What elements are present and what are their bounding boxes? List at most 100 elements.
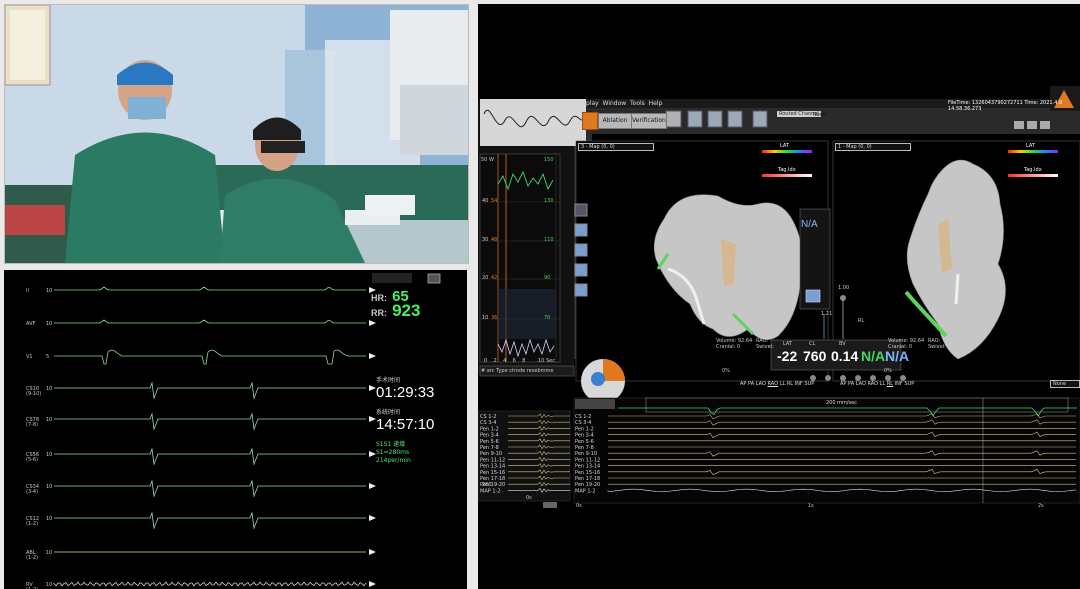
- channel-label: Pen 11-12: [480, 457, 505, 463]
- channel-label: Pen 19-20: [575, 482, 600, 488]
- sys-time-block: 系统时间 14:57:10: [376, 407, 434, 433]
- channel-label: Pen 5-6: [480, 439, 499, 445]
- lead-label: V1: [26, 354, 33, 360]
- rr-value: 923: [392, 301, 421, 320]
- lead-trace: [54, 412, 366, 431]
- channel-trace: [608, 431, 1076, 438]
- lead-sublabel: (3-4): [26, 489, 38, 495]
- mini-channel-trace: [508, 475, 570, 481]
- op-time-label: 手术时间: [376, 377, 401, 384]
- channel-label: Pen 13-14: [480, 464, 505, 470]
- stim-line-1: S1S1 递增: [376, 441, 406, 448]
- channel-label: Pen 15-16: [575, 470, 600, 476]
- channel-label: Pen 9-10: [575, 451, 597, 457]
- channel-trace: [608, 468, 1076, 476]
- channel-label: Pen 15-16: [480, 470, 505, 476]
- lead-gain: 10: [46, 417, 52, 423]
- channel-label: CS 1-2: [575, 414, 591, 420]
- channel-label: Pen 7-8: [575, 445, 594, 451]
- lead-marker-icon: [369, 385, 376, 391]
- lead-sublabel: (7-8): [26, 422, 38, 428]
- lead-gain: 10: [46, 386, 52, 392]
- channel-label: Pen 19-20: [480, 482, 505, 488]
- channel-label: Pen 17-18: [575, 476, 600, 482]
- mini-channel-trace: [508, 425, 570, 431]
- channel-label: Pen 1-2: [480, 426, 499, 432]
- lead-trace: [54, 286, 366, 291]
- stimulation-info: S1S1 递增 S1=280ms 214per/min: [376, 441, 411, 465]
- channel-trace: [608, 419, 1076, 426]
- channel-label: CS 3-4: [480, 420, 496, 426]
- mini-channel-trace: [508, 432, 570, 438]
- channel-label: Pen 11-12: [575, 457, 600, 463]
- channel-label: CS 1-2: [480, 414, 496, 420]
- op-time-block: 手术时间 01:29:33: [376, 375, 434, 401]
- lead-gain: 10: [46, 484, 52, 490]
- sys-time-value: 14:57:10: [376, 416, 435, 433]
- channel-label: Pen 7-8: [480, 445, 499, 451]
- channel-label: Pen 9-10: [480, 451, 502, 457]
- mini-channel-trace: [508, 463, 570, 469]
- mini-channel-trace: [508, 419, 570, 425]
- channel-trace: [608, 413, 1076, 420]
- lead-gain: 10: [46, 321, 52, 327]
- channel-label: CS 3-4: [575, 420, 591, 426]
- mini-channel-trace: [508, 450, 570, 456]
- channel-trace: [607, 488, 1077, 492]
- channel-label: Pen 13-14: [575, 464, 600, 470]
- stim-line-2: S1=280ms: [376, 449, 410, 456]
- lead-marker-icon: [369, 416, 376, 422]
- lead-gain: 5: [46, 354, 49, 360]
- mini-channel-trace: [508, 469, 570, 475]
- lead-trace: [54, 381, 366, 400]
- channel-label: Pen 17-18: [480, 476, 505, 482]
- operating-room-video: [4, 4, 469, 264]
- lead-trace: [54, 319, 366, 324]
- carto-mapping-panel: play Window Tools Help FileTime: 1326043…: [478, 4, 1080, 589]
- lead-sublabel: (9-10): [26, 391, 41, 397]
- mini-channel-trace: [508, 481, 570, 487]
- mini-channel-trace: [508, 456, 570, 462]
- lead-trace: [54, 349, 366, 365]
- ecg-monitor-panel: II 10 AVF 10 V1 5 CS10 (9-10) 10 CS78 (7-8) 10 CS56(…: [4, 270, 467, 589]
- channel-label: MAP 1-2: [575, 488, 596, 494]
- lead-trace: [53, 581, 367, 587]
- channel-trace: [608, 450, 1076, 457]
- lead-trace: [54, 479, 366, 498]
- rr-readout: RR: 923: [371, 301, 420, 321]
- lead-sublabel: (1-2): [26, 521, 38, 527]
- lead-trace: [54, 447, 366, 466]
- lead-label: AVF: [26, 321, 36, 327]
- mini-channel-trace: [508, 444, 570, 450]
- lead-gain: 10: [46, 516, 52, 522]
- sys-time-label: 系统时间: [376, 409, 401, 416]
- rr-label: RR:: [371, 308, 387, 318]
- lead-sublabel: (1-2): [26, 555, 38, 561]
- channel-label: MAP 1-2: [480, 488, 501, 494]
- lead-sublabel: (5-6): [26, 457, 38, 463]
- lead-marker-icon: [369, 451, 376, 457]
- mini-channel-trace: [508, 438, 570, 444]
- op-time-value: 01:29:33: [376, 384, 435, 401]
- intracardiac-signals: CS 1-2 CS 1-2CS 3-4 CS 3-4Pen 1-2 Pen 1-2Pe…: [480, 407, 1077, 494]
- lead-marker-icon: [369, 515, 376, 521]
- mini-channel-trace: [508, 487, 570, 493]
- lead-trace: [54, 511, 366, 530]
- lead-marker-icon: [369, 581, 376, 587]
- lead-marker-icon: [369, 483, 376, 489]
- lead-gain: 10: [46, 582, 52, 588]
- channel-label: Pen 5-6: [575, 439, 594, 445]
- lead-gain: 10: [46, 288, 52, 294]
- surface-ecg-trace: [618, 407, 1077, 417]
- channel-label: Pen 3-4: [575, 433, 594, 439]
- channel-label: Pen 3-4: [480, 433, 499, 439]
- stim-line-3: 214per/min: [376, 457, 411, 464]
- lead-label: II: [26, 288, 29, 294]
- lead-marker-icon: [369, 549, 376, 555]
- channel-label: Pen 1-2: [575, 426, 594, 432]
- operating-room-scene: [5, 5, 468, 263]
- mini-channel-trace: [508, 413, 570, 419]
- lead-gain: 10: [46, 452, 52, 458]
- lead-gain: 10: [46, 550, 52, 556]
- lead-marker-icon: [369, 353, 376, 359]
